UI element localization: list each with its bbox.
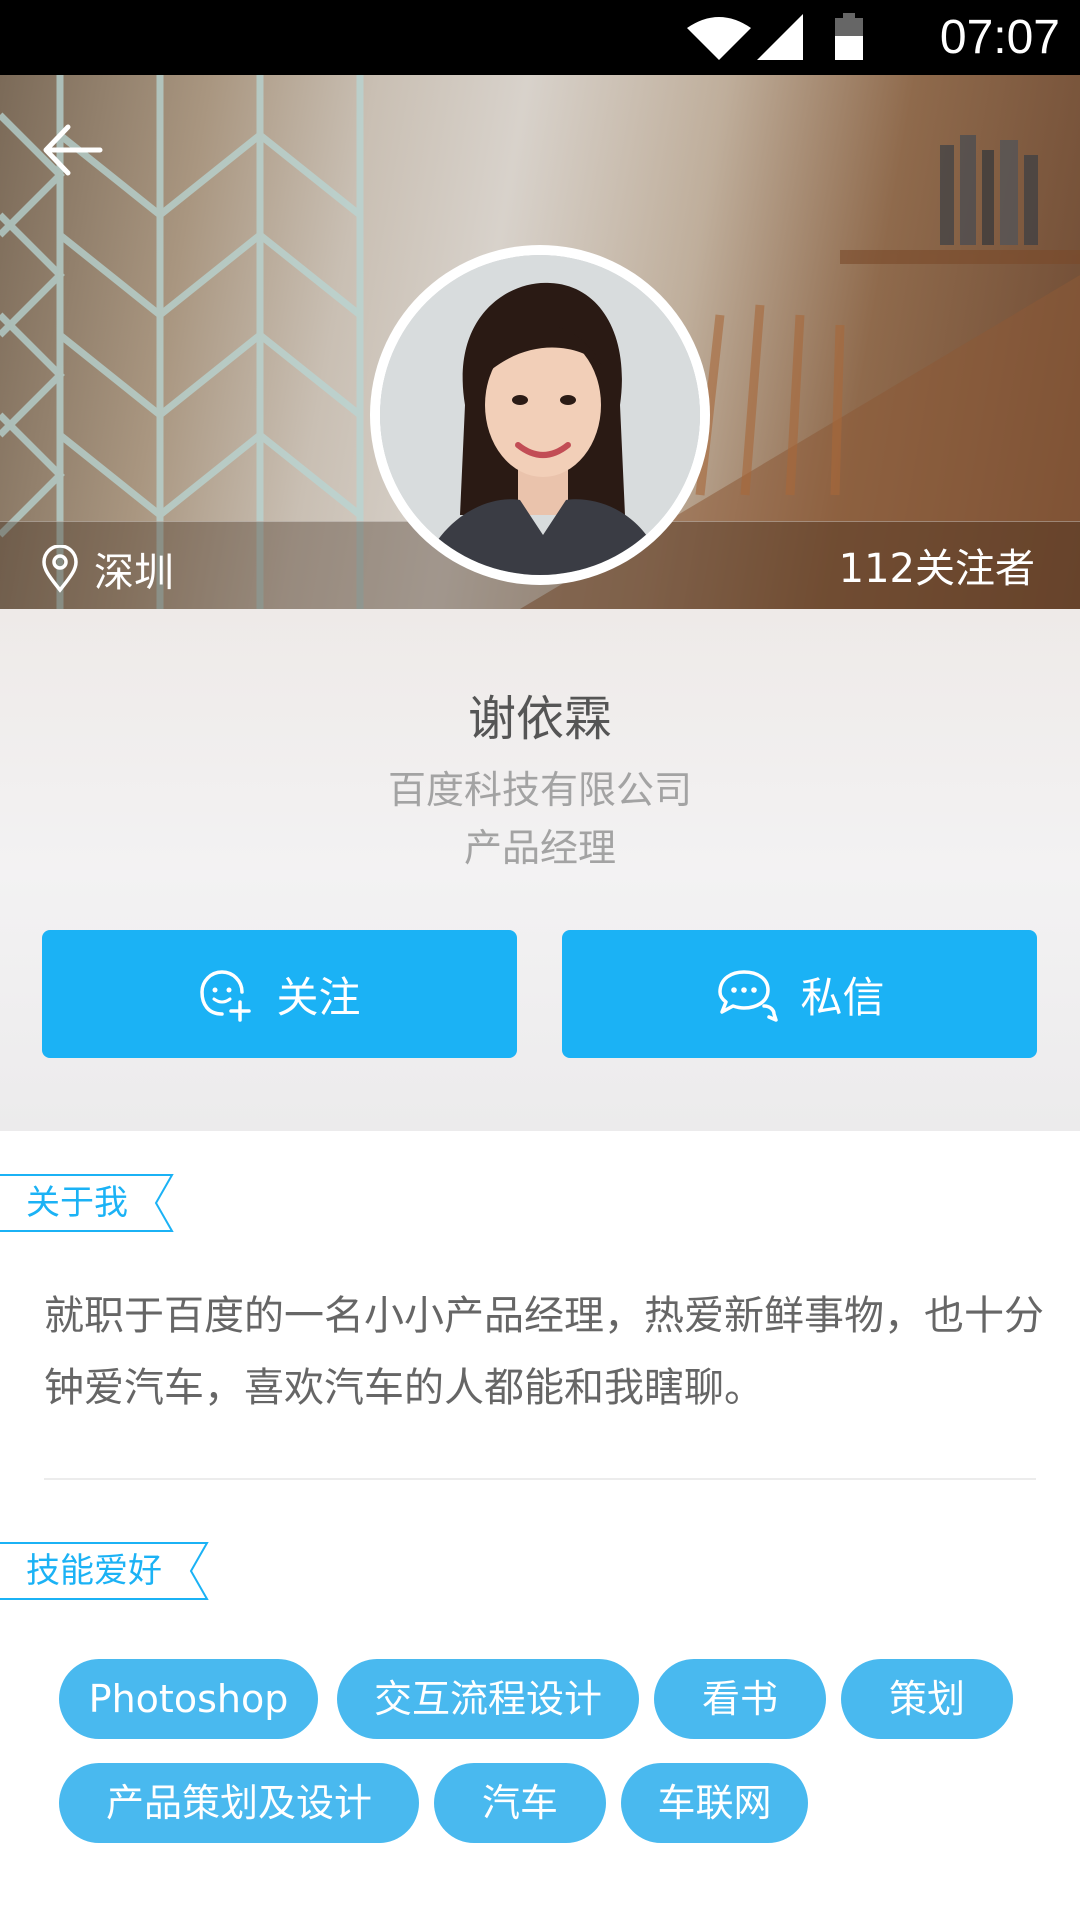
message-button[interactable]: 私信 (562, 930, 1037, 1058)
about-heading-text: 关于我 (26, 1183, 128, 1223)
skill-tag[interactable]: 看书 (654, 1659, 826, 1739)
skills-heading-text: 技能爱好 (26, 1551, 162, 1591)
profile-info: 谢依霖 百度科技有限公司 产品经理 关注 私信 (0, 609, 1080, 1131)
skill-tag[interactable]: 交互流程设计 (337, 1659, 639, 1739)
skill-tag[interactable]: 产品策划及设计 (59, 1763, 419, 1843)
skill-tag[interactable]: 汽车 (434, 1763, 606, 1843)
about-section-heading: 关于我 (0, 1174, 175, 1232)
message-button-label: 私信 (800, 972, 885, 1022)
section-divider (44, 1478, 1036, 1480)
location-text: 深圳 (94, 550, 174, 596)
profile-company: 百度科技有限公司 (387, 768, 692, 812)
status-bar: 07:07 (0, 0, 1080, 75)
location: 深圳 (40, 539, 174, 599)
chat-bubbles-icon (718, 970, 779, 1022)
status-icons (687, 13, 863, 60)
skill-tag[interactable]: 车联网 (621, 1763, 808, 1843)
follow-user-icon (200, 970, 252, 1022)
wifi-icon (687, 17, 751, 60)
location-pin-icon (42, 545, 78, 593)
battery-icon (835, 13, 863, 60)
follow-button-label: 关注 (276, 972, 361, 1022)
followers-count[interactable]: 112关注者 (839, 539, 1035, 599)
profile-job-title: 产品经理 (463, 826, 616, 870)
skills-section-heading: 技能爱好 (0, 1542, 210, 1600)
skill-tag[interactable]: Photoshop (59, 1659, 318, 1739)
avatar-photo (380, 255, 700, 575)
status-time: 07:07 (939, 11, 1060, 64)
signal-icon (757, 14, 803, 60)
back-arrow-icon[interactable] (38, 115, 108, 185)
follow-button[interactable]: 关注 (42, 930, 517, 1058)
skill-tag[interactable]: 策划 (841, 1659, 1013, 1739)
avatar[interactable] (370, 245, 710, 585)
profile-name: 谢依霖 (467, 691, 612, 747)
about-text: 就职于百度的一名小小产品经理，热爱新鲜事物，也十分钟爱汽车，喜欢汽车的人都能和我… (44, 1293, 1044, 1411)
